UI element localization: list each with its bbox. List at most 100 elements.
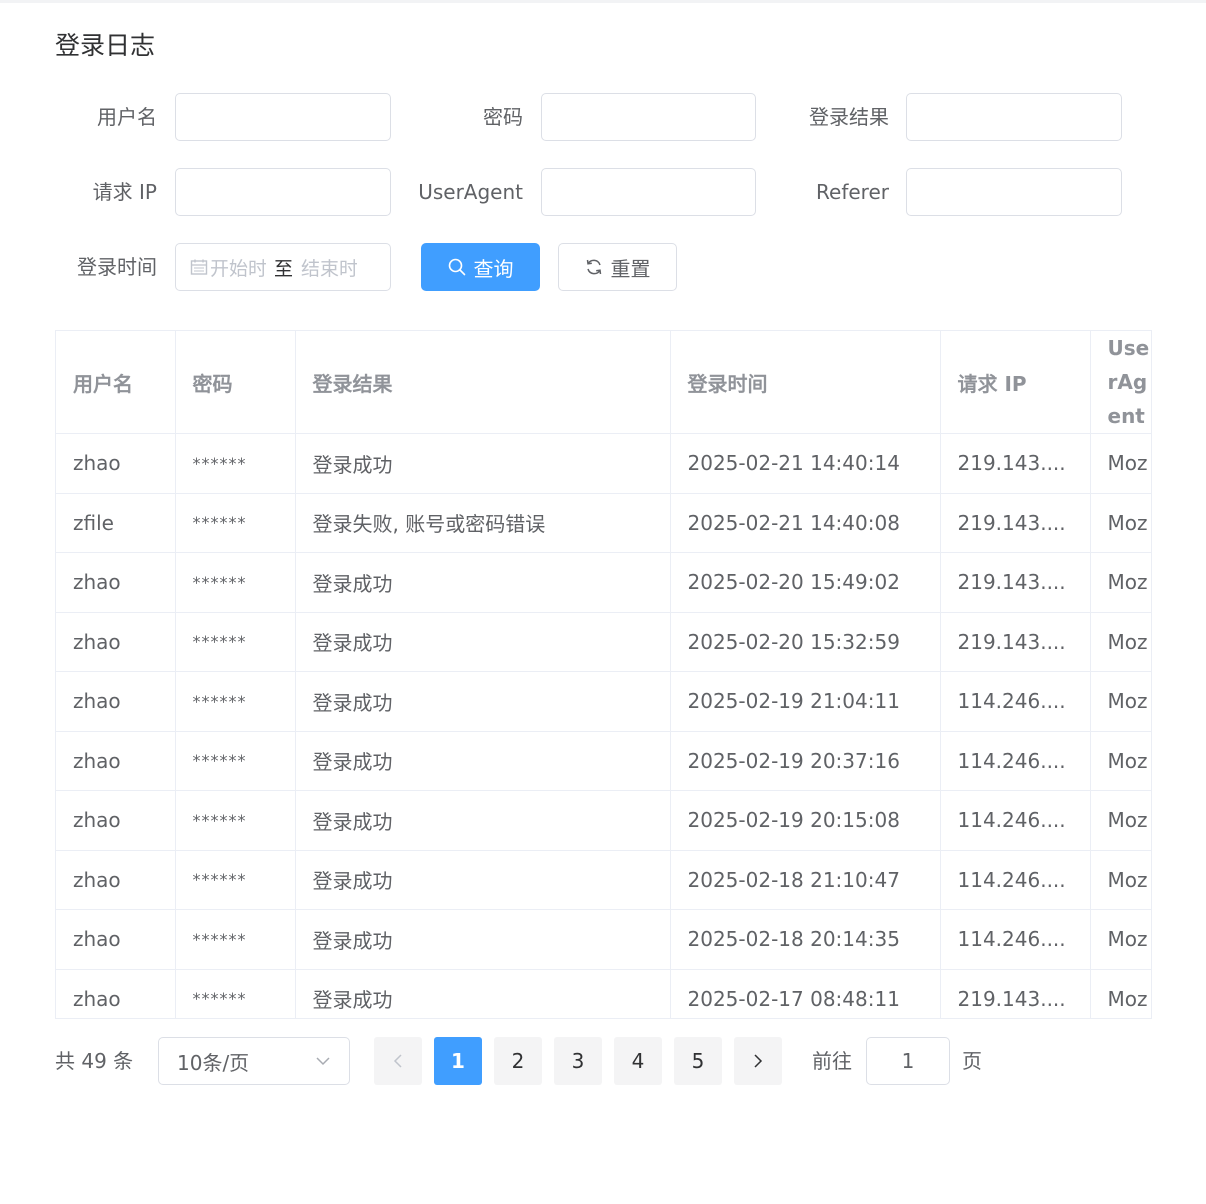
cell-time: 2025-02-21 14:40:08: [670, 493, 941, 553]
goto-page-input[interactable]: 1: [866, 1037, 950, 1085]
cell-useragent: Moz: [1090, 671, 1151, 732]
table-header-row: 用户名 密码 登录结果 登录时间 请求 IP UserAgent: [56, 331, 1151, 434]
page-size-value: 10条/页: [177, 1050, 250, 1075]
cell-username: zhao: [56, 671, 176, 732]
result-label: 登录结果: [809, 105, 889, 129]
ip-input[interactable]: [176, 169, 390, 215]
useragent-field-wrap: [541, 168, 756, 216]
cell-ip: 219.143....: [940, 612, 1091, 672]
cell-time: 2025-02-19 20:37:16: [670, 731, 941, 791]
cell-useragent: Moz: [1090, 790, 1151, 851]
cell-time: 2025-02-19 20:15:08: [670, 790, 941, 851]
cell-useragent: Moz: [1090, 731, 1151, 791]
page-2-button[interactable]: 2: [494, 1037, 542, 1085]
date-range-picker[interactable]: 开始时间 至 结束时间: [175, 243, 391, 291]
useragent-label: UserAgent: [418, 180, 523, 204]
chevron-right-icon: [754, 1054, 763, 1068]
column-header-password[interactable]: 密码: [175, 331, 296, 434]
cell-ip: 219.143....: [940, 969, 1091, 1018]
chevron-left-icon: [393, 1054, 402, 1068]
referer-label: Referer: [816, 180, 889, 204]
cell-password: ******: [175, 433, 296, 494]
cell-username: zhao: [56, 612, 176, 672]
prev-page-button[interactable]: [374, 1037, 422, 1085]
page-1-button[interactable]: 1: [434, 1037, 482, 1085]
cell-username: zhao: [56, 433, 176, 494]
column-header-username[interactable]: 用户名: [56, 331, 176, 434]
cell-time: 2025-02-18 20:14:35: [670, 909, 941, 970]
table-row: zhao ****** 登录成功 2025-02-18 21:10:47 114.246…: [56, 850, 1151, 910]
cell-username: zfile: [56, 493, 176, 553]
cell-password: ******: [175, 969, 296, 1018]
range-separator: 至: [274, 257, 294, 280]
cell-result: 登录成功: [295, 909, 671, 970]
column-header-result[interactable]: 登录结果: [295, 331, 671, 434]
cell-result: 登录成功: [295, 671, 671, 732]
page-title: 登录日志: [55, 31, 156, 60]
table-row: zhao ****** 登录成功 2025-02-19 21:04:11 114.246…: [56, 671, 1151, 732]
reset-button[interactable]: 重置: [558, 243, 677, 291]
cell-ip: 114.246....: [940, 671, 1091, 732]
end-date-input[interactable]: 结束时间: [301, 254, 357, 281]
username-label: 用户名: [97, 105, 157, 129]
page-suffix-label: 页: [962, 1049, 982, 1073]
cell-result: 登录成功: [295, 731, 671, 791]
page-size-select[interactable]: 10条/页: [158, 1037, 350, 1085]
cell-password: ******: [175, 552, 296, 613]
cell-username: zhao: [56, 790, 176, 851]
table-row: zhao ****** 登录成功 2025-02-21 14:40:14 219.143…: [56, 433, 1151, 494]
cell-username: zhao: [56, 909, 176, 970]
table-row: zhao ****** 登录成功 2025-02-20 15:32:59 219.143…: [56, 612, 1151, 672]
cell-result: 登录失败, 账号或密码错误: [295, 493, 671, 553]
cell-ip: 114.246....: [940, 731, 1091, 791]
cell-result: 登录成功: [295, 969, 671, 1018]
cell-ip: 219.143....: [940, 552, 1091, 613]
ip-field-wrap: [175, 168, 391, 216]
username-input[interactable]: [176, 94, 390, 140]
reset-button-label: 重置: [610, 256, 651, 281]
column-header-ip[interactable]: 请求 IP: [940, 331, 1091, 434]
cell-result: 登录成功: [295, 552, 671, 613]
next-page-button[interactable]: [734, 1037, 782, 1085]
result-input[interactable]: [907, 94, 1121, 140]
cell-password: ******: [175, 731, 296, 791]
page-5-button[interactable]: 5: [674, 1037, 722, 1085]
password-input[interactable]: [542, 94, 755, 140]
cell-useragent: Moz: [1090, 612, 1151, 672]
table-row: zfile ****** 登录失败, 账号或密码错误 2025-02-21 14:40…: [56, 493, 1151, 553]
table-row: zhao ****** 登录成功 2025-02-20 15:49:02 219.143…: [56, 552, 1151, 613]
table-row: zhao ****** 登录成功 2025-02-18 20:14:35 114.246…: [56, 909, 1151, 970]
cell-time: 2025-02-20 15:49:02: [670, 552, 941, 613]
column-header-useragent[interactable]: UserAgent: [1090, 331, 1151, 434]
cell-username: zhao: [56, 552, 176, 613]
password-label: 密码: [483, 105, 523, 129]
page-4-button[interactable]: 4: [614, 1037, 662, 1085]
table-row: zhao ****** 登录成功 2025-02-19 20:37:16 114.246…: [56, 731, 1151, 791]
cell-ip: 219.143....: [940, 493, 1091, 553]
page-3-button[interactable]: 3: [554, 1037, 602, 1085]
start-date-input[interactable]: 开始时间: [210, 254, 266, 281]
cell-password: ******: [175, 612, 296, 672]
cell-ip: 114.246....: [940, 850, 1091, 910]
cell-useragent: Moz: [1090, 909, 1151, 970]
result-field-wrap: [906, 93, 1122, 141]
cell-password: ******: [175, 671, 296, 732]
password-field-wrap: [541, 93, 756, 141]
cell-time: 2025-02-21 14:40:14: [670, 433, 941, 494]
cell-useragent: Moz: [1090, 493, 1151, 553]
search-icon: [448, 258, 465, 276]
cell-username: zhao: [56, 969, 176, 1018]
referer-field-wrap: [906, 168, 1122, 216]
chevron-down-icon: [316, 1057, 330, 1066]
useragent-input[interactable]: [542, 169, 755, 215]
cell-result: 登录成功: [295, 850, 671, 910]
referer-input[interactable]: [907, 169, 1121, 215]
column-header-time[interactable]: 登录时间: [670, 331, 941, 434]
cell-time: 2025-02-20 15:32:59: [670, 612, 941, 672]
cell-password: ******: [175, 493, 296, 553]
search-button[interactable]: 查询: [421, 243, 540, 291]
cell-result: 登录成功: [295, 790, 671, 851]
goto-label: 前往: [812, 1049, 852, 1073]
cell-useragent: Moz: [1090, 552, 1151, 613]
calendar-icon: [190, 259, 208, 275]
